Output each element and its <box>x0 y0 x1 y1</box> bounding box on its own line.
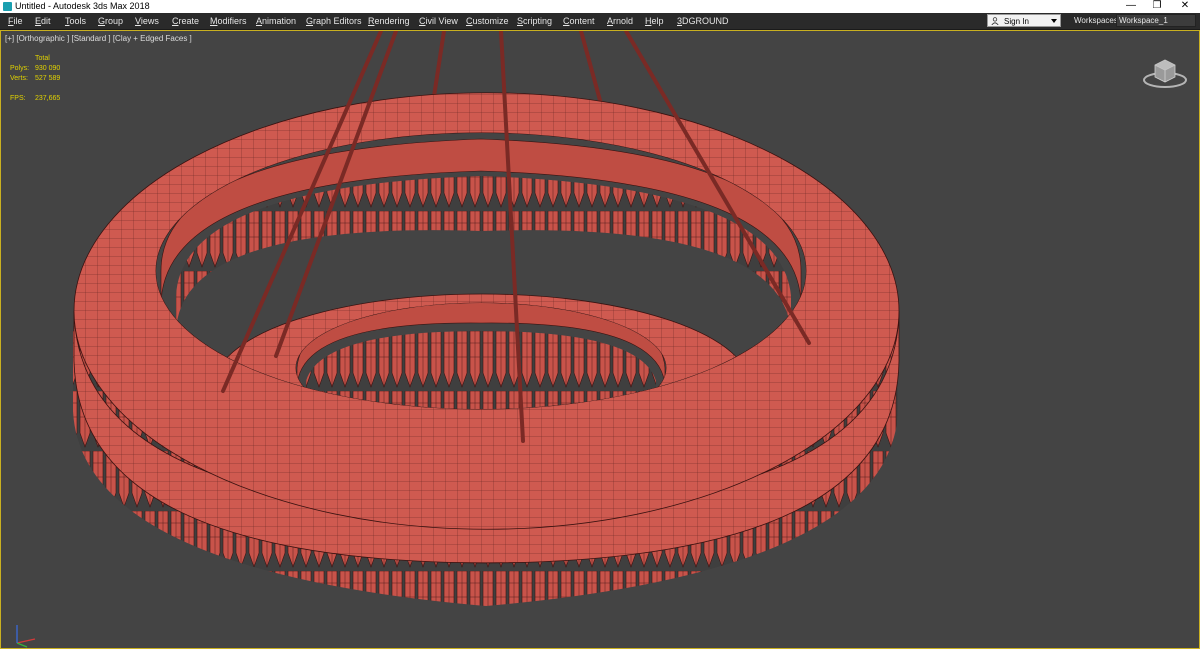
window-title: Untitled - Autodesk 3ds Max 2018 <box>15 1 150 11</box>
menu-content[interactable]: Content <box>563 15 595 27</box>
menu-tools[interactable]: Tools <box>65 15 86 27</box>
stats-polys-value: 930 090 <box>35 65 61 72</box>
maximize-button[interactable]: ❐ <box>1142 0 1172 13</box>
menu-graph-editors[interactable]: Graph Editors <box>306 15 362 27</box>
user-icon <box>991 17 999 25</box>
sign-in-dropdown[interactable]: Sign In <box>987 14 1061 27</box>
menu-civil-view[interactable]: Civil View <box>419 15 458 27</box>
viewcube-icon[interactable] <box>1141 51 1189 91</box>
menu-arnold[interactable]: Arnold <box>607 15 633 27</box>
stats-verts-label: Verts: <box>10 75 28 82</box>
menu-modifiers[interactable]: Modifiers <box>210 15 247 27</box>
menu-edit[interactable]: Edit <box>35 15 51 27</box>
menu-rendering[interactable]: Rendering <box>368 15 410 27</box>
viewport[interactable]: [+] [Orthographic ] [Standard ] [Clay + … <box>0 30 1200 649</box>
viewport-label[interactable]: [+] [Orthographic ] [Standard ] [Clay + … <box>5 34 192 44</box>
menu-group[interactable]: Group <box>98 15 123 27</box>
workspace-select[interactable]: Workspace_1 <box>1116 14 1196 27</box>
stats-verts-value: 527 589 <box>35 75 61 82</box>
scene-render <box>73 31 900 606</box>
axis-gizmo-icon <box>16 625 36 648</box>
stats-polys-label: Polys: <box>10 65 30 72</box>
chevron-down-icon <box>1051 19 1057 23</box>
title-bar: Untitled - Autodesk 3ds Max 2018 — ❐ ✕ <box>0 0 1200 13</box>
stats-header: Total <box>35 55 50 62</box>
menu-customize[interactable]: Customize <box>466 15 509 27</box>
close-button[interactable]: ✕ <box>1170 0 1200 13</box>
menu-create[interactable]: Create <box>172 15 199 27</box>
workspaces-label: Workspaces: <box>1074 16 1121 25</box>
menu-views[interactable]: Views <box>135 15 159 27</box>
stats-fps-label: FPS: <box>10 95 26 102</box>
menu-3dground[interactable]: 3DGROUND <box>677 15 729 27</box>
menu-file[interactable]: File <box>8 15 23 27</box>
app-icon <box>3 2 12 11</box>
menu-scripting[interactable]: Scripting <box>517 15 552 27</box>
menu-animation[interactable]: Animation <box>256 15 296 27</box>
stats-fps-value: 237,665 <box>35 95 61 102</box>
sign-in-label: Sign In <box>1004 17 1029 26</box>
menu-help[interactable]: Help <box>645 15 664 27</box>
